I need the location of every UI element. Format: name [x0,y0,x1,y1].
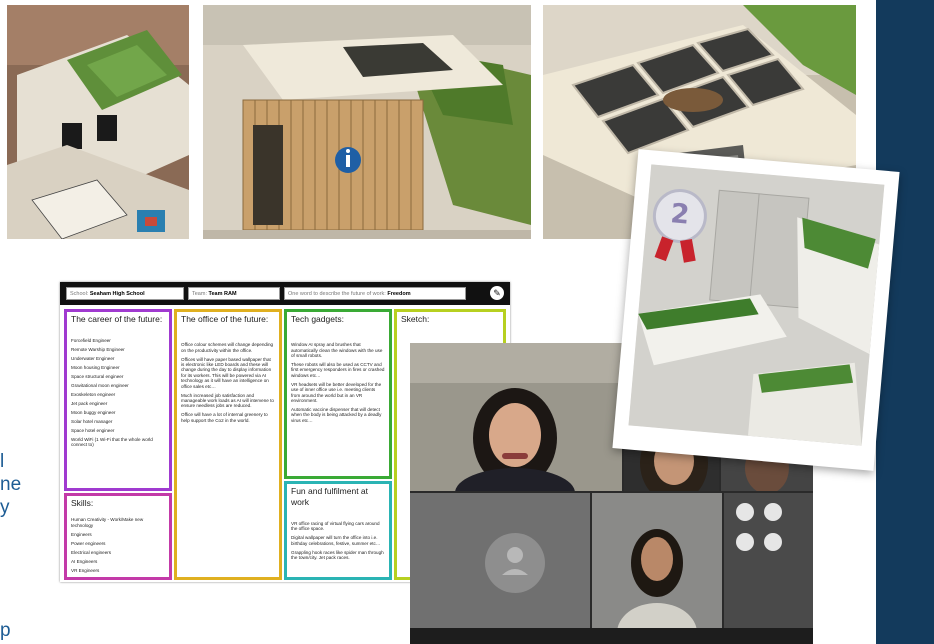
list-item: Power engineers [71,540,106,546]
side-text-fragment: p [0,619,11,642]
architecture-model-photo [7,5,189,239]
list-item: Office colour schemes will change depend… [181,342,274,353]
list-item: VR Engineers [71,567,100,573]
school-label: School: [70,291,89,297]
panel-tech-gadgets: Tech gadgets: Window AI spray and brushe… [284,309,392,479]
team-value: Team RAM [208,291,237,297]
list-item: Jet pack engineer [71,400,108,406]
award-number: 2 [669,198,691,231]
list-item: Space hotel engineer [71,427,115,433]
list-item: VR office racing of virtual flying cars … [291,520,380,532]
list-item: Automatic vaccine dispenser that will de… [291,407,382,423]
panel-hint [181,326,275,339]
worksheet-header-bar: School: Seaham High School Team: Team RA… [60,282,510,305]
list-item: Gravitational moon engineer [71,382,129,388]
side-text-line: p [0,620,11,641]
list-item: AI Engineers [71,558,98,564]
panel-title: The office of the future: [181,314,269,324]
list-item: VR headsets will be better developed for… [291,381,382,404]
participant-avatar [764,503,782,521]
list-item: Electrical engineers [71,549,112,555]
participant-avatar [764,533,782,551]
participant-avatar [736,533,754,551]
side-text-line: y [0,497,10,518]
panel-title: Sketch: [401,314,430,324]
one-word-field[interactable]: One word to describe the future of work:… [284,287,466,300]
list-item: Underwater Engineer [71,355,115,361]
list-item: Exoskeleton engineer [71,391,116,397]
list-item: Remote Warship Engineer [71,346,125,352]
architecture-model-photo [203,5,531,239]
list-item: Moon housing Engineer [71,364,120,370]
video-tile-main [410,343,622,491]
list-item: Solar hotel manager [71,418,113,424]
side-text-line: ne [0,474,22,495]
list-item: Office will have a lot of internal green… [181,412,268,423]
panel-title: The career of the future: [71,314,163,324]
participant-avatar [736,503,754,521]
panel-title: Tech gadgets: [291,314,344,324]
panel-title: Skills: [71,498,94,508]
participant-placeholder [410,493,590,644]
panel-career-of-future: The career of the future: Forcefield Eng… [64,309,172,491]
team-field[interactable]: Team: Team RAM [188,287,280,300]
video-tile-avatar [410,493,590,644]
panel-fun-and-fulfilment: Fun and fulfilment at work VR office rac… [284,481,392,580]
participant-video [592,493,722,644]
side-text-fragment: l ne y [0,450,21,519]
list-item: Much increased job satisfaction and mana… [181,392,274,409]
video-tile-grid [724,493,813,644]
list-item: Moon buggy engineer [71,409,116,415]
list-item: Engineers [71,531,92,537]
school-field[interactable]: School: Seaham High School [66,287,184,300]
list-item: World WiFi (1 Wi-Fi that the whole world… [71,436,153,448]
participant-video [410,343,622,491]
team-label: Team: [192,291,207,297]
panel-hint [71,510,165,514]
model-wooden-slats-image [203,5,531,239]
one-word-label: One word to describe the future of work: [288,291,386,297]
panel-hint [291,509,385,518]
side-text-line: l [0,451,5,472]
list-item: Offices will have paper based wallpaper … [181,356,272,389]
panel-hint [71,326,165,335]
list-item: Window AI spray and brushes that automat… [291,342,383,359]
list-item: Space structural engineer [71,373,124,379]
list-item: Forcefield Engineer [71,337,111,343]
panel-hint [291,326,385,339]
pen-icon[interactable]: ✎ [490,286,504,300]
list-item: Digital wallpaper will turn the office i… [291,535,381,546]
call-toolbar[interactable] [410,628,813,644]
award-polaroid-photo: 2 [612,149,900,471]
award-photo: 2 [628,164,885,446]
video-tile [592,493,722,644]
school-value: Seaham High School [89,291,145,297]
panel-office-of-future: The office of the future: Office colour … [174,309,282,580]
model-grass-roof-image [7,5,189,239]
list-item: These robots will also be used as CCTV a… [291,362,385,378]
panel-title: Fun and fulfilment at work [291,486,369,507]
panel-hint [401,326,499,335]
panel-skills: Skills: Human Creativity - Work/Make new… [64,493,172,580]
one-word-value: Freedom [387,291,411,297]
list-item: Human Creativity - Work/Make new technol… [71,517,144,528]
list-item: Grappling hook races like spider man thr… [291,549,384,561]
